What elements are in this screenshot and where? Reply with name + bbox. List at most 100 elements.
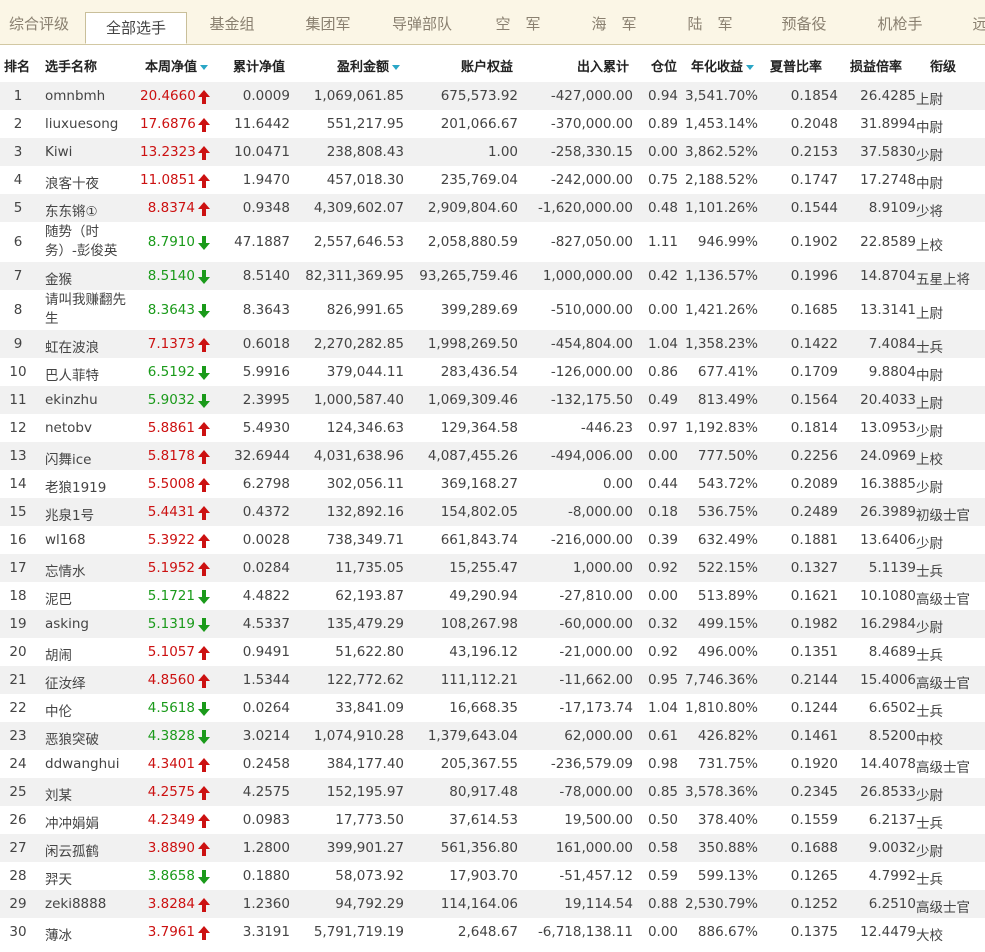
- cell-player-name[interactable]: 刘某: [45, 784, 127, 804]
- cell-player-name[interactable]: 金猴: [45, 268, 127, 288]
- cell-player-name[interactable]: 薄冰: [45, 924, 127, 944]
- cell-profit: 379,044.11: [326, 364, 404, 380]
- column-header-profit[interactable]: 盈利金额: [337, 56, 401, 75]
- tab-10[interactable]: 远: [972, 4, 985, 44]
- cell-profit: 11,735.05: [335, 560, 404, 576]
- table-row[interactable]: 6 随势（时务）-彭俊英 8.7910 47.1887 2,557,646.53 2,05…: [0, 222, 985, 262]
- table-row[interactable]: 13 闪舞ice 5.8178 32.6944 4,031,638.96 4,087,45…: [0, 442, 985, 470]
- cell-player-name[interactable]: 胡闹: [45, 644, 127, 664]
- cell-player-name[interactable]: omnbmh: [45, 88, 127, 104]
- table-row[interactable]: 27 闲云孤鹤 3.8890 1.2800 399,901.27 561,356.80 16…: [0, 834, 985, 862]
- cell-player-name[interactable]: 闲云孤鹤: [45, 840, 127, 860]
- table-row[interactable]: 11 ekinzhu 5.9032 2.3995 1,000,587.40 1,069,3…: [0, 386, 985, 414]
- cell-player-name[interactable]: 闪舞ice: [45, 448, 127, 468]
- cell-military-rank: 中尉: [916, 120, 943, 136]
- cell-annual-return: 513.89%: [697, 588, 758, 604]
- table-row[interactable]: 9 虹在波浪 7.1373 0.6018 2,270,282.85 1,998,269.5…: [0, 330, 985, 358]
- tab-0[interactable]: 综合评级: [9, 4, 69, 44]
- cell-equity: 2,648.67: [457, 924, 518, 940]
- cell-player-name[interactable]: 随势（时务）-彭俊英: [45, 223, 127, 261]
- up-arrow-icon: [198, 814, 210, 828]
- tab-4[interactable]: 导弹部队: [392, 4, 452, 44]
- column-header-week-nav[interactable]: 本周净值: [145, 56, 209, 75]
- tab-7[interactable]: 陆 军: [687, 4, 732, 44]
- cell-player-name[interactable]: wl168: [45, 532, 127, 548]
- cell-profit: 5,791,719.19: [313, 924, 404, 940]
- cell-player-name[interactable]: ddwanghui: [45, 756, 127, 772]
- table-row[interactable]: 1 omnbmh 20.4660 0.0009 1,069,061.85 675,573.…: [0, 82, 985, 110]
- table-row[interactable]: 10 巴人菲特 6.5192 5.9916 379,044.11 283,436.54 -1…: [0, 358, 985, 386]
- cell-player-name[interactable]: 巴人菲特: [45, 364, 127, 384]
- table-row[interactable]: 19 asking 5.1319 4.5337 135,479.29 108,267.98…: [0, 610, 985, 638]
- cell-player-name[interactable]: 老狼1919: [45, 476, 127, 496]
- table-row[interactable]: 18 泥巴 5.1721 4.4822 62,193.87 49,290.94 -27,81…: [0, 582, 985, 610]
- table-row[interactable]: 16 wl168 5.3922 0.0028 738,349.71 661,843.74 -…: [0, 526, 985, 554]
- cell-inout: -258,330.15: [550, 144, 633, 160]
- down-arrow-icon: [198, 304, 210, 318]
- table-row[interactable]: 23 恶狼突破 4.3828 3.0214 1,074,910.28 1,379,643.…: [0, 722, 985, 750]
- cell-player-name[interactable]: 恶狼突破: [45, 728, 127, 748]
- cell-annual-return: 350.88%: [697, 840, 758, 856]
- cell-player-name[interactable]: netobv: [45, 420, 127, 436]
- cell-inout: -446.23: [580, 420, 633, 436]
- cell-player-name[interactable]: 羿天: [45, 868, 127, 888]
- table-row[interactable]: 3 Kiwi 13.2323 10.0471 238,808.43 1.00 -258,33…: [0, 138, 985, 166]
- table-row[interactable]: 28 羿天 3.8658 0.1880 58,073.92 17,903.70 -51,45…: [0, 862, 985, 890]
- sort-caret-icon[interactable]: [200, 65, 209, 70]
- cell-player-name[interactable]: 征汝绎: [45, 672, 127, 692]
- table-row[interactable]: 2 liuxuesong 17.6876 11.6442 551,217.95 201,0…: [0, 110, 985, 138]
- cell-player-name[interactable]: 浪客十夜: [45, 172, 127, 192]
- table-row[interactable]: 5 东东锵① 8.8374 0.9348 4,309,602.07 2,909,804.6…: [0, 194, 985, 222]
- table-row[interactable]: 25 刘某 4.2575 4.2575 152,195.97 80,917.48 -78,0…: [0, 778, 985, 806]
- sort-caret-icon[interactable]: [746, 65, 755, 70]
- cell-inout: -510,000.00: [550, 302, 633, 318]
- cell-equity: 1,998,269.50: [427, 336, 518, 352]
- cell-player-name[interactable]: 泥巴: [45, 588, 127, 608]
- table-row[interactable]: 15 兆泉1号 5.4431 0.4372 132,892.16 154,802.05 -8…: [0, 498, 985, 526]
- table-row[interactable]: 7 金猴 8.5140 8.5140 82,311,369.95 93,265,759.4…: [0, 262, 985, 290]
- cell-annual-return: 777.50%: [697, 448, 758, 464]
- cell-player-name[interactable]: ekinzhu: [45, 392, 127, 408]
- column-header-label: 排名: [4, 60, 31, 75]
- cell-position: 0.59: [647, 868, 678, 884]
- column-header-annual[interactable]: 年化收益: [691, 56, 755, 75]
- cell-sharpe: 0.2489: [790, 504, 838, 520]
- table-row[interactable]: 22 中伦 4.5618 0.0264 33,841.09 16,668.35 -17,17…: [0, 694, 985, 722]
- cell-annual-return: 378.40%: [697, 812, 758, 828]
- tab-9[interactable]: 机枪手: [877, 4, 922, 44]
- tab-3[interactable]: 集团军: [305, 4, 350, 44]
- table-row[interactable]: 14 老狼1919 5.5008 6.2798 302,056.11 369,168.27…: [0, 470, 985, 498]
- cell-player-name[interactable]: 冲冲娟娟: [45, 812, 127, 832]
- cell-player-name[interactable]: 忘情水: [45, 560, 127, 580]
- cell-player-name[interactable]: 请叫我赚翻先生: [45, 291, 127, 329]
- cell-player-name[interactable]: 虹在波浪: [45, 336, 127, 356]
- table-row[interactable]: 17 忘情水 5.1952 0.0284 11,735.05 15,255.47 1,000…: [0, 554, 985, 582]
- cell-player-name[interactable]: asking: [45, 616, 127, 632]
- table-row[interactable]: 29 zeki8888 3.8284 1.2360 94,792.29 114,164.0…: [0, 890, 985, 918]
- cell-player-name[interactable]: 东东锵①: [45, 200, 127, 220]
- table-row[interactable]: 12 netobv 5.8861 5.4930 124,346.63 129,364.58…: [0, 414, 985, 442]
- cell-inout: 1,000,000.00: [542, 268, 633, 284]
- tab-6[interactable]: 海 军: [591, 4, 636, 44]
- tab-5[interactable]: 空 军: [495, 4, 540, 44]
- table-row[interactable]: 4 浪客十夜 11.0851 1.9470 457,018.30 235,769.04 -2…: [0, 166, 985, 194]
- cell-player-name[interactable]: liuxuesong: [45, 116, 127, 132]
- cell-position: 0.88: [647, 896, 678, 912]
- table-row[interactable]: 20 胡闹 5.1057 0.9491 51,622.80 43,196.12 -21,00…: [0, 638, 985, 666]
- table-row[interactable]: 30 薄冰 3.7961 3.3191 5,791,719.19 2,648.67 -6,7…: [0, 918, 985, 946]
- tab-1[interactable]: 全部选手: [85, 12, 187, 44]
- sort-caret-icon[interactable]: [392, 65, 401, 70]
- table-row[interactable]: 26 冲冲娟娟 4.2349 0.0983 17,773.50 37,614.53 19,5…: [0, 806, 985, 834]
- table-row[interactable]: 21 征汝绎 4.8560 1.5344 122,772.62 111,112.21 -11…: [0, 666, 985, 694]
- up-arrow-icon: [198, 758, 210, 772]
- table-row[interactable]: 24 ddwanghui 4.3401 0.2458 384,177.40 205,367…: [0, 750, 985, 778]
- tab-8[interactable]: 预备役: [781, 4, 826, 44]
- cell-player-name[interactable]: zeki8888: [45, 896, 127, 912]
- tab-2[interactable]: 基金组: [209, 4, 254, 44]
- cell-player-name[interactable]: Kiwi: [45, 144, 127, 160]
- cell-player-name[interactable]: 兆泉1号: [45, 504, 127, 524]
- column-header-label: 本周净值: [145, 60, 198, 75]
- table-row[interactable]: 8 请叫我赚翻先生 8.3643 8.3643 826,991.65 399,289.69…: [0, 290, 985, 330]
- cell-position: 0.18: [647, 504, 678, 520]
- cell-player-name[interactable]: 中伦: [45, 700, 127, 720]
